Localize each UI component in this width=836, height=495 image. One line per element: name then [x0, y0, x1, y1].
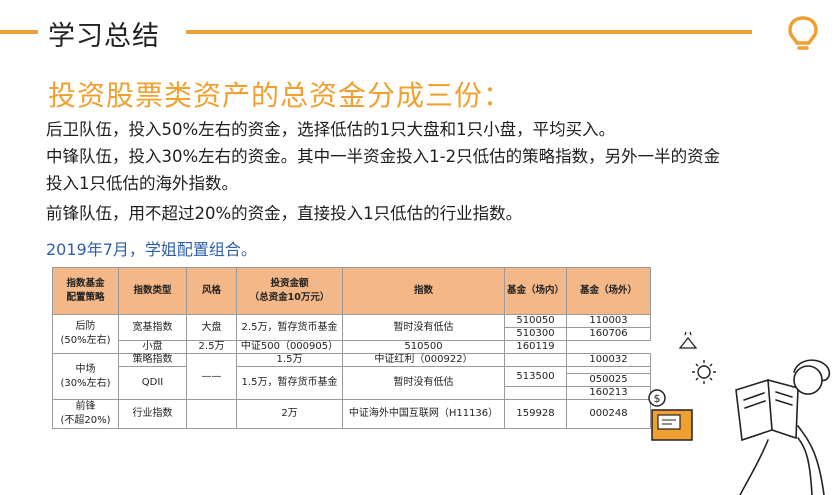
index-5: 中证海外中国互联网（H11136） — [342, 399, 505, 429]
lightbulb-icon — [788, 16, 818, 50]
paragraph-back: 后卫队伍，投入50%左右的资金，选择低估的1只大盘和1只小盘，平均买入。 — [46, 120, 616, 139]
col-header-amount: 投资金额 （总资金10万元） — [236, 267, 343, 315]
lamp-icon — [678, 331, 698, 349]
table-row: 后防 (50%左右) 宽基指数 大盘 2.5万，暂存货币基金 暂时没有低估 51… — [52, 314, 651, 354]
col-header-strategy: 指数基金 配置策略 — [52, 267, 119, 315]
amount-2: 2.5万 — [186, 340, 237, 354]
person-reading-icon — [735, 359, 831, 495]
style-none: —— — [186, 353, 237, 400]
group-mid: 中场 (30%左右) — [52, 353, 119, 400]
wallet-icon — [651, 409, 693, 441]
col-header-style: 风格 — [186, 267, 237, 315]
table-row: 小盘 2.5万 中证500（000905） 510500 160119 — [53, 340, 651, 354]
onsite-code: 513500 — [504, 366, 567, 387]
col-header-offsite: 基金（场外） — [566, 267, 651, 315]
index-1: 暂时没有低估 — [342, 314, 505, 341]
paragraph-front: 前锋队伍，用不超过20%的资金，直接投入1只低估的行业指数。 — [46, 204, 523, 223]
onsite-code: 510050 — [504, 314, 567, 328]
group-back: 后防 (50%左右) — [52, 314, 119, 354]
amount-3: 1.5万 — [236, 353, 343, 367]
offsite-code: 160213 — [566, 386, 651, 400]
offsite-code: 160706 — [566, 327, 651, 341]
group-front: 前锋 (不超20%) — [52, 399, 119, 429]
index-3: 中证红利（000922） — [342, 353, 505, 367]
table-row: QDII 1.5万，暂存货币基金 暂时没有低估 513500 — [53, 366, 651, 400]
table-header-row: 指数基金 配置策略 指数类型 风格 投资金额 （总资金10万元） 指数 基金（场… — [52, 267, 651, 315]
onsite-code: 510500 — [342, 340, 505, 354]
onsite-code: 510300 — [504, 327, 567, 341]
amount-4: 1.5万，暂存货币基金 — [236, 366, 343, 400]
onsite-code: 159928 — [504, 399, 567, 429]
amount-5: 2万 — [236, 399, 343, 429]
style-small: 小盘 — [118, 340, 187, 354]
offsite-code: 050025 — [566, 373, 651, 387]
svg-text:$: $ — [654, 392, 661, 405]
reading-person-illustration: $ — [648, 331, 831, 495]
offsite-code: 110003 — [566, 314, 651, 328]
headline: 投资股票类资产的总资金分成三份： — [48, 79, 513, 112]
table-row: 前锋 (不超20%) 行业指数 2万 中证海外中国互联网（H11136） 159… — [52, 399, 651, 429]
offsite-code: 160119 — [504, 340, 567, 354]
allocation-table: 指数基金 配置策略 指数类型 风格 投资金额 （总资金10万元） 指数 基金（场… — [52, 267, 651, 429]
offsite-code: 100032 — [566, 353, 651, 367]
dollar-coin-icon: $ — [648, 389, 666, 407]
section-title: 学习总结 — [48, 21, 160, 52]
style-empty — [186, 399, 237, 429]
type-qdii: QDII — [118, 366, 187, 400]
paragraph-mid-1: 中锋队伍，投入30%左右的资金。其中一半资金投入1-2只低估的策略指数，另外一半… — [46, 147, 721, 166]
header-line-left — [0, 30, 38, 34]
table-row: 中场 (30%左右) 策略指数 —— 1.5万 中证红利（000922） 100… — [52, 353, 651, 400]
sun-icon — [692, 360, 716, 384]
offsite-code: 000248 — [566, 399, 651, 429]
onsite-code-empty — [504, 386, 567, 400]
type-strategy: 策略指数 — [118, 353, 187, 367]
col-header-type: 指数类型 — [118, 267, 187, 315]
header-line-right — [186, 30, 752, 34]
col-header-index: 指数 — [342, 267, 505, 315]
type-industry: 行业指数 — [118, 399, 187, 429]
paragraph-mid-2: 投入1只低估的海外指数。 — [46, 174, 238, 193]
offsite-code — [566, 366, 651, 374]
style-large: 大盘 — [186, 314, 237, 341]
portfolio-subtitle: 2019年7月，学姐配置组合。 — [46, 240, 257, 259]
index-2: 中证500（000905） — [236, 340, 343, 354]
amount-1: 2.5万，暂存货币基金 — [236, 314, 343, 341]
col-header-onsite: 基金（场内） — [504, 267, 567, 315]
type-broad: 宽基指数 — [118, 314, 187, 341]
onsite-code — [504, 353, 567, 367]
index-4: 暂时没有低估 — [342, 366, 505, 400]
